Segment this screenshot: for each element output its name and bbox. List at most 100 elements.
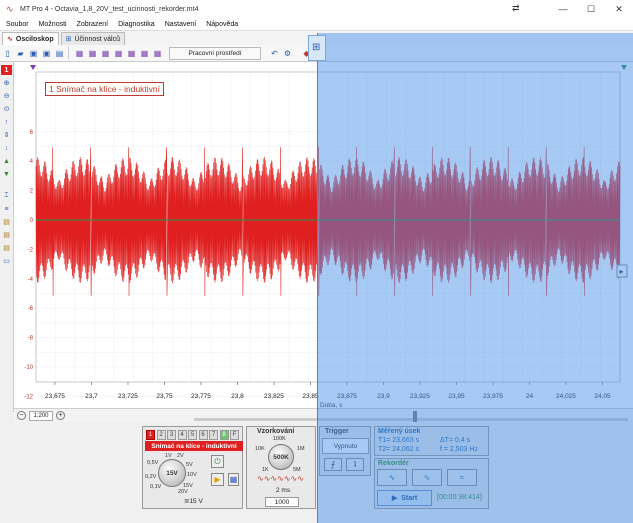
open-icon[interactable]: ▰ — [15, 48, 26, 59]
zoom-plus-button[interactable]: + — [56, 411, 65, 420]
range-tick: 10V — [187, 472, 197, 478]
tab-ucinnost-label: Účinnost válců — [74, 35, 121, 43]
maximize-button[interactable]: ☐ — [577, 0, 605, 18]
x-tick-label: 23,675 — [45, 393, 65, 400]
move-icon[interactable]: ⇄ — [512, 3, 520, 14]
trigger-marker-left[interactable] — [30, 65, 36, 70]
channel-tab-1[interactable]: 1 — [146, 430, 155, 440]
range-tick: 20V — [178, 489, 188, 495]
range-tick: 2V — [177, 453, 184, 459]
grid-icon[interactable]: ▦ — [113, 48, 124, 59]
sensor-name[interactable]: Snímač na klíce - induktivní — [145, 441, 243, 451]
recorder-mode-2[interactable]: ∿ — [412, 469, 442, 486]
minimize-button[interactable]: — — [549, 0, 577, 18]
scroll-thumb[interactable] — [413, 411, 417, 422]
range-knob[interactable]: 15V — [158, 459, 186, 487]
zoom-in-icon[interactable]: ⊕ — [1, 78, 12, 88]
undo-icon[interactable]: ↶ — [269, 48, 280, 59]
settings-icon[interactable]: ⚙ — [282, 48, 293, 59]
grid-icon[interactable]: ▦ — [87, 48, 98, 59]
menu-soubor[interactable]: Soubor — [6, 21, 29, 28]
trigger-title: Trigger — [325, 428, 349, 435]
trigger-marker-right[interactable] — [621, 65, 627, 70]
x-tick-label: 23,8 — [231, 393, 244, 400]
range-tick: 5V — [186, 462, 193, 468]
grid-icon[interactable]: ▦ — [74, 48, 85, 59]
x-tick-label: 23,85 — [302, 393, 319, 400]
expand-icon[interactable]: ⇕ — [1, 130, 12, 140]
menu-moznosti[interactable]: Možnosti — [39, 21, 67, 28]
play-button[interactable]: ▶ — [211, 473, 224, 486]
overlay-handle[interactable]: ⊞ — [308, 35, 326, 61]
points-input[interactable]: 1000 — [265, 497, 299, 507]
sample-rate-knob[interactable]: 500K — [268, 444, 294, 470]
grid-icon[interactable]: ▦ — [139, 48, 150, 59]
channel-tab-F[interactable]: F — [230, 430, 239, 440]
range-knob-label: 15V — [166, 469, 178, 477]
close-button[interactable]: ✕ — [605, 0, 633, 18]
move-down-icon[interactable]: ▼ — [1, 169, 12, 179]
x-tick-label: 23,825 — [264, 393, 284, 400]
range-tick: 0,5V — [147, 460, 159, 466]
tab-osciloskop-label: Osciloskop — [15, 35, 54, 43]
y-tick-label: -6 — [28, 306, 34, 312]
arrow-down-icon[interactable]: ↓ — [1, 143, 12, 153]
cursor-icon[interactable]: ⌶ — [1, 191, 12, 201]
title-bar: ∿ MT Pro 4 - Octavia_1,8_20V_test_ucinno… — [0, 0, 633, 18]
measure-icon[interactable]: ≡ — [1, 204, 12, 214]
move-up-icon[interactable]: ▲ — [1, 156, 12, 166]
channel-label[interactable]: 1 Snímač na klíce - induktivní — [45, 82, 165, 96]
trigger-mode-select[interactable]: Vypnuto — [322, 438, 369, 454]
calc-button[interactable]: ▦ — [228, 473, 239, 486]
save-as-icon[interactable]: ▣ — [41, 48, 52, 59]
horizontal-scrollbar[interactable] — [194, 418, 628, 421]
channel-tab-4[interactable]: 4 — [177, 430, 187, 440]
signal-series — [35, 147, 621, 296]
new-icon[interactable]: ▯ — [2, 48, 13, 59]
marker-1[interactable]: 1 — [1, 65, 12, 75]
arrow-up-icon[interactable]: ↑ — [1, 117, 12, 127]
grid-icon[interactable]: ▦ — [152, 48, 163, 59]
zoom-reset-icon[interactable]: ⊙ — [1, 104, 12, 114]
menu-zobrazeni[interactable]: Zobrazení — [77, 21, 109, 28]
channel-tab-7[interactable]: 7 — [209, 430, 218, 440]
zoom-value[interactable]: 1:200 — [29, 410, 53, 421]
zoom-out-icon[interactable]: ⊖ — [1, 91, 12, 101]
layout-icon[interactable]: ▭ — [1, 256, 12, 266]
save-icon[interactable]: ▣ — [28, 48, 39, 59]
print-icon[interactable]: ▤ — [54, 48, 65, 59]
zoom-minus-button[interactable]: − — [17, 411, 26, 420]
sample-wave: ∿∿∿∿∿∿∿ — [257, 475, 304, 483]
tab-osciloskop[interactable]: ∿ Osciloskop — [2, 32, 59, 45]
scope-svg[interactable]: 6420-2-4-6-8-10-12-14 23,67523,723,72523… — [14, 62, 633, 408]
recorder-mode-3[interactable]: ≈ — [447, 469, 477, 486]
power-button[interactable]: ⏻ — [211, 455, 224, 468]
range-tick: 1V — [165, 453, 172, 459]
trigger-falling-icon[interactable]: ʇ — [346, 458, 364, 471]
channel-tab-2[interactable]: 2 — [156, 430, 166, 440]
channel-tab-3[interactable]: 3 — [167, 430, 176, 440]
y-tick-label: -4 — [28, 277, 34, 283]
y-tick-label: -8 — [28, 336, 34, 342]
channel-tab-6[interactable]: 6 — [198, 430, 208, 440]
grid-icon[interactable]: ▦ — [100, 48, 111, 59]
start-button[interactable]: ▶ Start — [377, 490, 432, 506]
channel-tab-5[interactable]: 5 — [188, 430, 197, 440]
channel-tab-8[interactable]: 8 — [219, 430, 229, 440]
menu-diagnostika[interactable]: Diagnostika — [118, 21, 155, 28]
oscilloscope-plot[interactable]: 6420-2-4-6-8-10-12-14 23,67523,723,72523… — [14, 62, 633, 408]
x-tick-label: 23,725 — [118, 393, 138, 400]
range-tick: 0,1V — [150, 484, 162, 490]
y-tick-label: 4 — [30, 159, 34, 165]
recorder-mode-1[interactable]: ∿ — [377, 469, 407, 486]
scale-icon[interactable]: ▤ — [1, 217, 12, 227]
x-tick-label: 23,95 — [448, 393, 465, 400]
menu-nastaveni[interactable]: Nastavení — [165, 21, 197, 28]
t1-icon[interactable]: ▤ — [1, 230, 12, 240]
menu-napoveda[interactable]: Nápověda — [206, 21, 238, 28]
trigger-rising-icon[interactable]: ⨍ — [324, 458, 342, 471]
t2-icon[interactable]: ▤ — [1, 243, 12, 253]
tab-ucinnost-valcu[interactable]: ⊞ Účinnost válců — [60, 32, 126, 45]
grid-icon[interactable]: ▦ — [126, 48, 137, 59]
workspace-button[interactable]: Pracovní prostředí — [169, 46, 261, 60]
